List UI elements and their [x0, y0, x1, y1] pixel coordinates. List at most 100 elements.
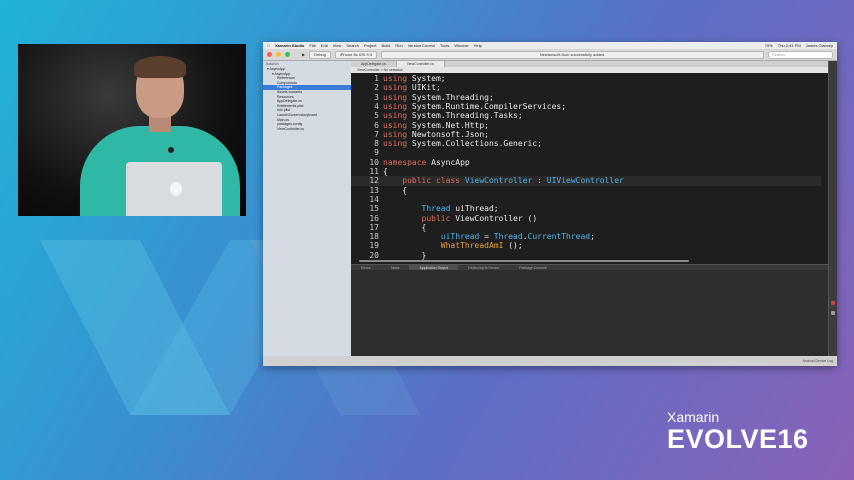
line-number: 7	[374, 129, 379, 139]
code-line[interactable]: 7 using Newtonsoft.Json;	[351, 130, 821, 139]
code-text: using System.Net.Http;	[383, 120, 489, 130]
line-number: 8	[374, 139, 379, 149]
code-line[interactable]: 2 using UIKit;	[351, 83, 821, 92]
application-output-pad[interactable]	[351, 270, 829, 356]
line-number: 1	[374, 74, 379, 83]
code-text: public ViewController ()	[383, 213, 538, 223]
code-text: using System.Runtime.CompilerServices;	[383, 101, 567, 111]
event-branding: Xamarin EVOLVE16	[667, 410, 809, 454]
minimize-window-icon[interactable]	[276, 52, 281, 57]
line-number: 15	[369, 204, 379, 214]
code-text: {	[383, 185, 408, 195]
menu-search[interactable]: Search	[346, 43, 359, 48]
line-number: 17	[369, 222, 379, 232]
code-text: WhatThreadAmI ();	[383, 241, 523, 251]
device-selector[interactable]: iPhone 6s iOS 9.3	[334, 50, 378, 59]
horizontal-scrollbar[interactable]	[359, 260, 689, 262]
app-menu[interactable]: Xamarin Studio	[275, 43, 304, 48]
build-status: Newtonsoft.Json successfully added.	[381, 50, 764, 59]
ide-window:  Xamarin Studio File Edit View Search P…	[263, 42, 837, 366]
code-line[interactable]: 15 Thread uiThread;	[351, 204, 821, 213]
menu-help[interactable]: Help	[474, 43, 482, 48]
close-window-icon[interactable]	[267, 52, 272, 57]
menu-run[interactable]: Run	[395, 43, 402, 48]
menu-project[interactable]: Project	[364, 43, 376, 48]
line-number: 14	[369, 194, 379, 204]
code-line[interactable]: 20 }	[351, 251, 821, 260]
code-text: {	[383, 222, 427, 232]
line-number: 16	[369, 213, 379, 223]
code-line[interactable]: 3 using System.Threading;	[351, 93, 821, 102]
menu-build[interactable]: Build	[381, 43, 390, 48]
code-line[interactable]: 8 using System.Collections.Generic;	[351, 139, 821, 148]
menu-window[interactable]: Window	[454, 43, 468, 48]
code-text: {	[383, 167, 388, 176]
code-line[interactable]: 16 public ViewController ()	[351, 214, 821, 223]
user-name[interactable]: James Clancey	[806, 43, 833, 48]
line-number: 12	[369, 176, 379, 186]
line-number: 6	[374, 120, 379, 130]
code-line[interactable]: 10 namespace AsyncApp	[351, 158, 821, 167]
line-number: 20	[369, 250, 379, 260]
line-number: 3	[374, 92, 379, 102]
solution-pad: Solution ▾ AsyncApp ▾ AsyncApp References C…	[263, 61, 352, 356]
error-indicator-icon[interactable]	[831, 301, 835, 305]
right-pad-strip	[828, 61, 837, 356]
code-line[interactable]: 11 {	[351, 167, 821, 176]
clock[interactable]: Thu 2:41 PM	[778, 43, 801, 48]
code-text: uiThread = Thread.CurrentThread;	[383, 232, 595, 242]
zoom-window-icon[interactable]	[285, 52, 290, 57]
brand-xamarin: Xamarin	[667, 409, 720, 425]
menu-version-control[interactable]: Version Control	[408, 43, 435, 48]
code-line[interactable]: 6 using System.Net.Http;	[351, 121, 821, 130]
line-number: 2	[374, 83, 379, 93]
run-icon[interactable]: ▶	[302, 52, 305, 57]
code-text: using System.Collections.Generic;	[383, 139, 542, 149]
brand-evolve: EVOLVE16	[667, 424, 809, 454]
code-line[interactable]: 18 uiThread = Thread.CurrentThread;	[351, 232, 821, 241]
line-number: 13	[369, 185, 379, 195]
ide-toolbar: ▶ Debug iPhone 6s iOS 9.3 Newtonsoft.Jso…	[263, 49, 837, 61]
code-line[interactable]: 4 using System.Runtime.CompilerServices;	[351, 102, 821, 111]
menu-edit[interactable]: Edit	[321, 43, 328, 48]
menu-tools[interactable]: Tools	[440, 43, 449, 48]
configuration-selector[interactable]: Debug	[309, 50, 331, 59]
speaker-hair	[134, 56, 186, 78]
line-number: 19	[369, 241, 379, 251]
code-text: namespace AsyncApp	[383, 157, 470, 167]
line-number: 11	[369, 167, 379, 176]
code-text: }	[383, 250, 427, 260]
solution-tree: ▾ AsyncApp ▾ AsyncApp References Components…	[263, 67, 351, 131]
code-line[interactable]: 1 using System;	[351, 74, 821, 83]
status-bar: Android Device Log	[263, 356, 837, 366]
code-line[interactable]: 14	[351, 195, 821, 204]
apple-menu-icon[interactable]: 	[267, 43, 270, 48]
code-line[interactable]: 12 public class ViewController : UIViewC…	[351, 176, 821, 186]
code-text: Thread uiThread;	[383, 204, 499, 214]
menu-view[interactable]: View	[333, 43, 342, 48]
code-editor[interactable]: 1 using System; 2 using UIKit; 3 using System…	[351, 73, 829, 264]
android-device-log-button[interactable]: Android Device Log	[802, 359, 833, 363]
line-number: 4	[374, 101, 379, 111]
line-number: 18	[369, 232, 379, 242]
pad-toggle-icon[interactable]	[831, 311, 835, 315]
code-text: using System;	[383, 74, 446, 83]
code-text: using UIKit;	[383, 83, 441, 93]
menu-file[interactable]: File	[309, 43, 315, 48]
line-number: 5	[374, 111, 379, 121]
code-line[interactable]: 9	[351, 148, 821, 157]
speaker-video	[18, 44, 246, 216]
solution-item[interactable]: ViewController.cs	[263, 127, 351, 132]
apple-logo-icon	[170, 182, 182, 196]
code-text: using Newtonsoft.Json;	[383, 129, 489, 139]
line-number: 9	[374, 148, 379, 158]
code-line[interactable]: 17 {	[351, 223, 821, 232]
code-line[interactable]: 5 using System.Threading.Tasks;	[351, 111, 821, 120]
search-input[interactable]: Search	[768, 50, 833, 59]
code-line[interactable]: 19 WhatThreadAmI ();	[351, 241, 821, 250]
code-line[interactable]: 13 {	[351, 186, 821, 195]
lapel-mic	[168, 147, 174, 153]
battery-status[interactable]: 79%	[765, 43, 773, 48]
